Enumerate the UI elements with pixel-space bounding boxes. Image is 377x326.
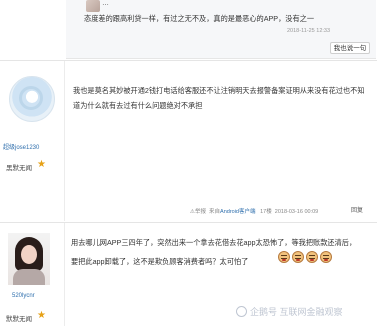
post-content-line2: 要把此app卸载了，这不是欺负顾客消费者吗？太可怕了 <box>71 257 249 266</box>
avatar-body <box>13 269 45 285</box>
penguin-logo-icon <box>236 306 247 317</box>
username-link[interactable]: 超级jose1230 <box>3 142 39 151</box>
from-label: 来自 <box>209 209 221 215</box>
angry-emoji-icon <box>306 251 318 263</box>
quote-text-line2: 态度差的跟高利贷一样，有过之无不及，真的是最恶心的APP，没有之一 <box>84 14 315 23</box>
avatar-ring <box>19 86 43 110</box>
client-link[interactable]: Android客户端 <box>220 209 255 215</box>
post-timestamp: 2018-03-16 00:09 <box>274 209 319 215</box>
watermark-text: 企鹅号 互联网金融观察 <box>250 307 343 317</box>
username-link[interactable]: 520lycnr <box>12 293 35 299</box>
angry-emoji-icon <box>278 251 290 263</box>
quote-timestamp: 2018-11-25 12:33 <box>287 28 331 34</box>
avatar[interactable] <box>8 233 50 285</box>
user-level-label: 默默无闻 <box>6 316 32 323</box>
floor-number: 17楼 <box>260 209 272 215</box>
quote-avatar[interactable] <box>86 0 100 12</box>
level-star-icon: ★ <box>37 159 46 170</box>
user-level-label: 黑默无闻 <box>6 165 32 172</box>
angry-emoji-icon <box>320 251 332 263</box>
avatar[interactable] <box>9 76 55 122</box>
post-meta: ⚠举报 来自Android客户端 17楼 2018-03-16 00:09 <box>190 207 318 215</box>
quote-text-line1: … <box>102 0 109 7</box>
angry-emoji-icon <box>292 251 304 263</box>
reply-link[interactable]: 回复 <box>351 205 363 214</box>
post-content-line1: 我也是莫名其妙被开通2钱打电话给客服还不让注销明天去报警备案证明从来没有花过也不… <box>73 86 365 95</box>
avatar-face <box>21 245 37 264</box>
post-content-line2: 道为什么就有去过有什么问题绝对不承担 <box>73 101 203 110</box>
watermark: 企鹅号 互联网金融观察 <box>236 305 343 318</box>
post-content-line1: 用去哪儿网APP三四年了，突然出来一个拿去花借去花app太恐怖了，等我把账款还清… <box>71 238 357 247</box>
report-link[interactable]: 举报 <box>195 209 206 215</box>
level-star-icon: ★ <box>37 310 46 321</box>
reply-button[interactable]: 我也说一句 <box>330 42 370 54</box>
